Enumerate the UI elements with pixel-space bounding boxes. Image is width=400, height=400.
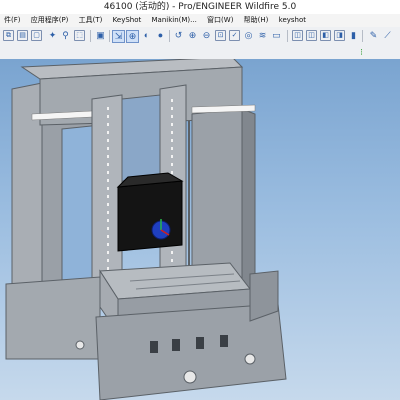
sketch-icon[interactable]: ◧	[320, 30, 331, 41]
menu-help[interactable]: 帮助(H)	[240, 14, 273, 27]
annotation-icon[interactable]: ◨	[334, 30, 345, 41]
spin-center-icon[interactable]: ⊕	[126, 30, 139, 43]
menu-tools[interactable]: 工具(T)	[75, 14, 107, 27]
menu-window[interactable]: 窗口(W)	[203, 14, 237, 27]
main-toolbar: ⧉ ▤ ▢ ✦ ⚲ ⬚ ▣ ⇲ ⊕ ◐ ● ↺ ⊕ ⊖ ⊡ ✓ ◎ ≋ ▭ ◫ …	[0, 27, 400, 47]
coord-sys-icon[interactable]: ≋	[257, 30, 268, 41]
datum-plane-icon[interactable]: ⊡	[215, 30, 226, 41]
menu-bar: 件(F) 应用程序(P) 工具(T) KeyShot Manikin(M)...…	[0, 14, 400, 27]
datum-axis-icon[interactable]: ✓	[229, 30, 240, 41]
model-tree-icon[interactable]: ▮	[348, 30, 359, 41]
menu-keyshot[interactable]: KeyShot	[109, 14, 146, 27]
paste-icon[interactable]: ▤	[17, 30, 28, 41]
select-box-icon[interactable]: ⬚	[74, 30, 85, 41]
secondary-toolbar: ⁝	[0, 46, 400, 59]
orient-icon[interactable]: ⇲	[112, 30, 125, 43]
refit-icon[interactable]: ⊖	[201, 30, 212, 41]
shading-icon[interactable]: ◐	[141, 30, 152, 41]
copy-icon[interactable]: ⧉	[3, 30, 14, 41]
named-views-icon[interactable]: ●	[155, 30, 166, 41]
menu-keyshot-plugin[interactable]: keyshot	[275, 14, 310, 27]
page-icon[interactable]: ▢	[31, 30, 42, 41]
menu-file[interactable]: 件(F)	[0, 14, 25, 27]
base-left	[5, 276, 101, 360]
menu-manikin[interactable]: Manikin(M)...	[147, 14, 200, 27]
view-icon[interactable]: ◫	[292, 30, 303, 41]
datum-tool-icon[interactable]: ⟋	[382, 30, 393, 41]
zoom-out-icon[interactable]: ⊕	[187, 30, 198, 41]
datum-point-icon[interactable]: ◎	[243, 30, 254, 41]
find-icon[interactable]: ⚲	[60, 30, 71, 41]
spindle-head	[117, 180, 183, 252]
zoom-in-icon[interactable]: ↺	[173, 30, 184, 41]
graphics-viewport[interactable]	[0, 59, 400, 400]
window-icon[interactable]: ▭	[271, 30, 282, 41]
menu-applications[interactable]: 应用程序(P)	[27, 14, 73, 27]
layer-icon[interactable]: ◫	[306, 30, 317, 41]
repaint-icon[interactable]: ▣	[95, 30, 106, 41]
regenerate-icon[interactable]: ✦	[47, 30, 58, 41]
datum-icon[interactable]: ⁝	[356, 47, 367, 58]
feature-icon[interactable]: ✎	[368, 30, 379, 41]
machine-model	[5, 59, 287, 400]
window-title: 46100 (活动的) - Pro/ENGINEER Wildfire 5.0	[0, 0, 400, 14]
